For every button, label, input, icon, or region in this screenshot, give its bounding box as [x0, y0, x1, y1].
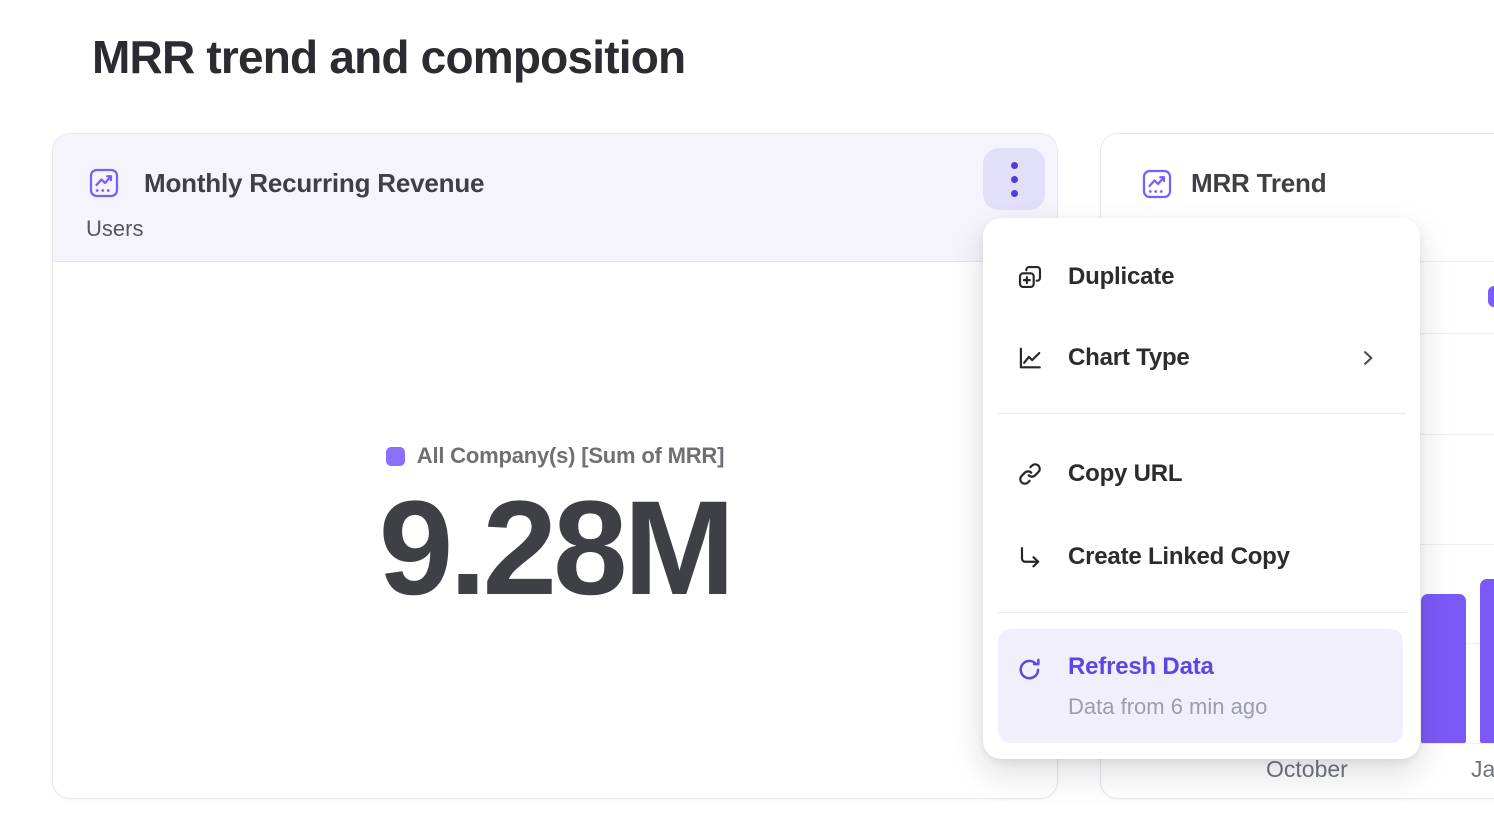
- menu-item-label: Refresh Data: [1068, 653, 1214, 681]
- x-axis-label: October: [1266, 756, 1346, 783]
- menu-item-duplicate[interactable]: Duplicate: [997, 252, 1406, 302]
- kebab-dot: [1011, 176, 1018, 183]
- card-options-button[interactable]: [983, 148, 1045, 210]
- menu-item-label: Create Linked Copy: [1068, 543, 1290, 571]
- bar-january-region: [1480, 579, 1494, 743]
- duplicate-icon: [1017, 264, 1043, 290]
- bar-october-region: [1421, 594, 1466, 743]
- refresh-icon: [1016, 656, 1043, 683]
- kebab-dot: [1011, 190, 1018, 197]
- legend-swatch: [386, 447, 405, 466]
- menu-item-copy-url[interactable]: Copy URL: [997, 449, 1406, 499]
- menu-item-create-linked-copy[interactable]: Create Linked Copy: [997, 532, 1406, 582]
- chart-card-icon: [1142, 169, 1172, 199]
- menu-divider: [997, 612, 1406, 613]
- dashboard-canvas: MRR trend and composition Monthly Recurr…: [0, 0, 1494, 816]
- menu-divider: [997, 413, 1406, 414]
- trend-card-title: MRR Trend: [1191, 168, 1326, 199]
- big-number-legend: All Company(s) [Sum of MRR]: [53, 444, 1057, 468]
- mrr-card-header: Monthly Recurring Revenue Users: [53, 134, 1057, 262]
- x-axis-label: Ja: [1471, 756, 1494, 783]
- menu-item-label: Copy URL: [1068, 460, 1182, 488]
- menu-item-label: Duplicate: [1068, 263, 1174, 291]
- context-menu: Duplicate Chart Type: [983, 218, 1420, 759]
- legend-label: All Company(s) [Sum of MRR]: [417, 443, 724, 469]
- menu-item-chart-type[interactable]: Chart Type: [997, 333, 1406, 383]
- page-title: MRR trend and composition: [92, 30, 685, 84]
- chart-card-icon: [89, 168, 119, 198]
- kebab-dot: [1011, 162, 1018, 169]
- link-icon: [1017, 461, 1043, 487]
- chart-type-icon: [1017, 345, 1043, 371]
- chevron-right-icon: [1358, 348, 1378, 368]
- mrr-card: Monthly Recurring Revenue Users All Comp…: [52, 133, 1058, 799]
- refresh-data-age: Data from 6 min ago: [1068, 694, 1267, 720]
- menu-item-refresh-data[interactable]: Refresh Data Data from 6 min ago: [998, 629, 1403, 743]
- mrr-card-title: Monthly Recurring Revenue: [144, 168, 484, 199]
- menu-item-label: Chart Type: [1068, 344, 1190, 372]
- mrr-card-subtitle: Users: [86, 216, 143, 242]
- big-number-value: 9.28M: [53, 482, 1057, 616]
- linked-copy-icon: [1017, 544, 1043, 570]
- trend-legend-chip[interactable]: [1488, 286, 1494, 307]
